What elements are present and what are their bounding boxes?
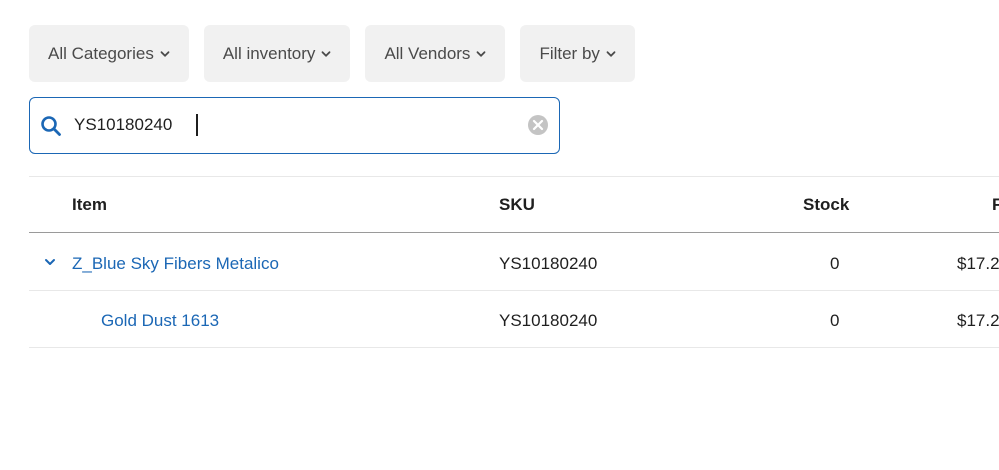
table-header: Item SKU Stock F (29, 177, 999, 233)
chevron-down-icon (160, 50, 170, 57)
column-header-sku[interactable]: SKU (499, 195, 535, 215)
search-input[interactable] (74, 98, 514, 152)
sku-cell: YS10180240 (499, 311, 598, 330)
chevron-down-icon (322, 50, 331, 57)
filter-by-button[interactable]: Filter by (520, 25, 635, 82)
search-icon[interactable] (40, 115, 62, 137)
chevron-down-icon[interactable] (44, 257, 56, 267)
column-header-item[interactable]: Item (72, 195, 107, 215)
price-cell: $17.2 (957, 311, 999, 330)
filter-inventory-button[interactable]: All inventory (203, 25, 351, 82)
filter-categories-label: All Categories (48, 43, 154, 63)
price-cell: $17.2 (957, 254, 999, 273)
filter-inventory-label: All inventory (222, 43, 316, 63)
filter-by-label: Filter by (539, 43, 600, 63)
chevron-down-icon (477, 50, 486, 57)
item-name-link[interactable]: Z_Blue Sky Fibers Metalico (72, 254, 279, 274)
table-row: Gold Dust 1613 YS10180240 0 $17.2 (29, 291, 999, 348)
stock-cell: 0 (830, 311, 840, 330)
clear-icon[interactable] (527, 114, 549, 136)
filter-vendors-button[interactable]: All Vendors (365, 25, 506, 82)
sku-cell: YS10180240 (499, 254, 598, 273)
column-header-price[interactable]: F (992, 195, 999, 215)
stock-cell: 0 (830, 254, 840, 273)
filter-bar: All Categories All inventory All Vendors… (29, 25, 635, 82)
filter-categories-button[interactable]: All Categories (29, 25, 189, 82)
filter-vendors-label: All Vendors (384, 43, 471, 63)
chevron-down-icon (606, 50, 616, 57)
text-cursor (196, 114, 198, 136)
column-header-stock[interactable]: Stock (803, 195, 849, 215)
item-name-link[interactable]: Gold Dust 1613 (101, 311, 219, 331)
search-box (29, 97, 560, 154)
table-row: Z_Blue Sky Fibers Metalico YS10180240 0 … (29, 234, 999, 291)
